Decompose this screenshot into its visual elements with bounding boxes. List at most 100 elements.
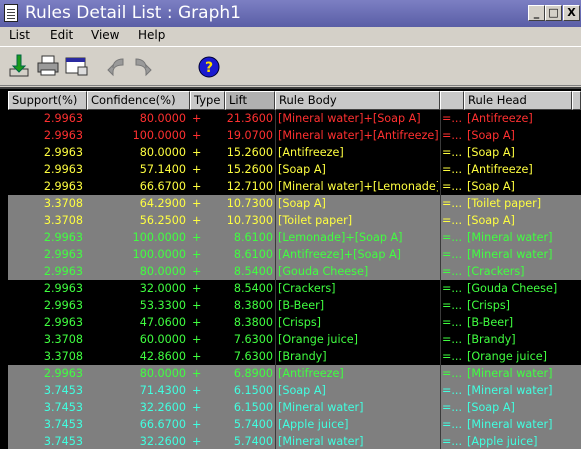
cell-type: +: [192, 146, 202, 159]
cell-support: 2.9963: [43, 163, 83, 176]
cell-body: [Antifreeze]: [278, 146, 344, 159]
cell-head: [Soap A]: [467, 146, 515, 159]
cell-type: +: [192, 384, 202, 397]
cell-support: 3.7453: [43, 401, 83, 414]
table-row[interactable]: 2.9963 100.0000 +19.0700 [Mineral water]+[A…: [8, 127, 581, 144]
cell-confidence: 53.3300: [139, 299, 186, 312]
minimize-button[interactable]: _: [528, 5, 545, 21]
maximize-button[interactable]: □: [545, 5, 562, 21]
table-row[interactable]: 3.3708 60.0000 +7.6300 [Orange juice] =... [B…: [8, 331, 581, 348]
cell-type: +: [192, 231, 202, 244]
col-support[interactable]: Support(%): [8, 91, 87, 110]
help-glyph: ?: [205, 60, 213, 76]
table-row[interactable]: 2.9963 80.0000 +15.2600 [Antifreeze] =... [So…: [8, 144, 581, 161]
menu-edit[interactable]: Edit: [50, 28, 73, 42]
menu-bar: List Edit View Help: [0, 27, 581, 45]
col-type[interactable]: Type: [190, 91, 225, 110]
table-row[interactable]: 2.9963 100.0000 +8.6100 [Antifreeze]+[Soap …: [8, 246, 581, 263]
table-row[interactable]: 2.9963 66.6700 +12.7100 [Mineral water]+[Le…: [8, 178, 581, 195]
document-icon: [4, 4, 18, 22]
cell-type: +: [192, 112, 202, 125]
close-button[interactable]: X: [563, 5, 580, 21]
cell-body: [Mineral water]+[Lemonade]: [278, 180, 438, 193]
cell-arrow: =...: [442, 214, 463, 227]
cell-confidence: 66.6700: [139, 180, 186, 193]
toolbar: ?: [0, 46, 581, 86]
cell-type: +: [192, 418, 202, 431]
col-rule-head[interactable]: Rule Head: [464, 91, 572, 110]
cell-body: [Lemonade]+[Soap A]: [278, 231, 403, 244]
cell-body: [Crackers]: [278, 282, 336, 295]
cell-type: +: [192, 401, 202, 414]
table-row[interactable]: 2.9963 32.0000 +8.5400 [Crackers] =... [Gouda…: [8, 280, 581, 297]
cell-arrow: =...: [442, 418, 463, 431]
table-row[interactable]: 3.7453 32.2600 +6.1500 [Mineral water] =... […: [8, 399, 581, 416]
col-lift[interactable]: Lift: [225, 91, 275, 110]
menu-view[interactable]: View: [91, 28, 119, 42]
menu-list[interactable]: List: [9, 28, 30, 42]
column-divider: [440, 110, 441, 449]
table-row[interactable]: 2.9963 100.0000 +8.6100 [Lemonade]+[Soap A]…: [8, 229, 581, 246]
cell-support: 3.3708: [43, 350, 83, 363]
table-row[interactable]: 2.9963 57.1400 +15.2600 [Soap A] =... [Antifr…: [8, 161, 581, 178]
table-row[interactable]: 3.7453 32.2600 +5.7400 [Mineral water] =... […: [8, 433, 581, 449]
rules-table: Support(%) Confidence(%) Type Lift Rule …: [0, 87, 581, 449]
cell-arrow: =...: [442, 112, 463, 125]
cell-lift: 7.6300: [233, 350, 273, 363]
cell-head: [Soap A]: [467, 401, 515, 414]
cell-lift: 12.7100: [226, 180, 273, 193]
cell-lift: 21.3600: [226, 112, 273, 125]
cell-type: +: [192, 367, 202, 380]
table-row[interactable]: 2.9963 80.0000 +8.5400 [Gouda Cheese] =... [C…: [8, 263, 581, 280]
cell-support: 2.9963: [43, 180, 83, 193]
title-bar: Rules Detail List : Graph1 _ □ X: [0, 0, 581, 27]
cell-lift: 19.0700: [226, 129, 273, 142]
table-row[interactable]: 3.7453 66.6700 +5.7400 [Apple juice] =... [Mi…: [8, 416, 581, 433]
cell-arrow: =...: [442, 435, 463, 448]
import-icon[interactable]: [6, 53, 32, 79]
cell-body: [B-Beer]: [278, 299, 325, 312]
cell-type: +: [192, 435, 202, 448]
col-rule-body[interactable]: Rule Body: [275, 91, 440, 110]
cell-head: [Gouda Cheese]: [467, 282, 558, 295]
cell-arrow: =...: [442, 299, 463, 312]
table-row[interactable]: 3.7453 71.4300 +6.1500 [Soap A] =... [Mineral…: [8, 382, 581, 399]
cell-confidence: 32.2600: [139, 401, 186, 414]
window-icon[interactable]: [63, 53, 89, 79]
cell-lift: 15.2600: [226, 163, 273, 176]
table-row[interactable]: 3.3708 42.8600 +7.6300 [Brandy] =... [Orange …: [8, 348, 581, 365]
table-row[interactable]: 2.9963 53.3300 +8.3800 [B-Beer] =... [Crisps]: [8, 297, 581, 314]
cell-body: [Mineral water]: [278, 435, 364, 448]
menu-help[interactable]: Help: [138, 28, 165, 42]
cell-arrow: =...: [442, 333, 463, 346]
cell-confidence: 42.8600: [139, 350, 186, 363]
cell-support: 3.7453: [43, 435, 83, 448]
table-row[interactable]: 2.9963 80.0000 +6.8900 [Antifreeze] =... [Min…: [8, 365, 581, 382]
table-row[interactable]: 3.3708 56.2500 +10.7300 [Toilet paper] =... […: [8, 212, 581, 229]
table-header: Support(%) Confidence(%) Type Lift Rule …: [8, 91, 581, 110]
window-title: Rules Detail List : Graph1: [25, 3, 241, 23]
table-row[interactable]: 3.3708 64.2900 +10.7300 [Soap A] =... [Toilet…: [8, 195, 581, 212]
table-row[interactable]: 2.9963 47.0600 +8.3800 [Crisps] =... [B-Beer]: [8, 314, 581, 331]
col-confidence[interactable]: Confidence(%): [87, 91, 190, 110]
cell-body: [Toilet paper]: [278, 214, 353, 227]
cell-head: [Soap A]: [467, 214, 515, 227]
cell-confidence: 60.0000: [139, 333, 186, 346]
cell-arrow: =...: [442, 350, 463, 363]
cell-head: [Brandy]: [467, 333, 516, 346]
cell-type: +: [192, 265, 202, 278]
back-icon[interactable]: [103, 53, 129, 79]
cell-lift: 8.5400: [233, 265, 273, 278]
cell-body: [Gouda Cheese]: [278, 265, 369, 278]
forward-icon[interactable]: [130, 53, 156, 79]
print-icon[interactable]: [35, 53, 61, 79]
cell-lift: 15.2600: [226, 146, 273, 159]
cell-confidence: 80.0000: [139, 265, 186, 278]
table-row[interactable]: 2.9963 80.0000 +21.3600 [Mineral water]+[So…: [8, 110, 581, 127]
col-arrow[interactable]: [440, 91, 464, 110]
column-divider: [275, 110, 276, 449]
cell-lift: 6.8900: [233, 367, 273, 380]
cell-arrow: =...: [442, 248, 463, 261]
help-icon[interactable]: ?: [196, 53, 222, 79]
cell-confidence: 100.0000: [132, 129, 186, 142]
